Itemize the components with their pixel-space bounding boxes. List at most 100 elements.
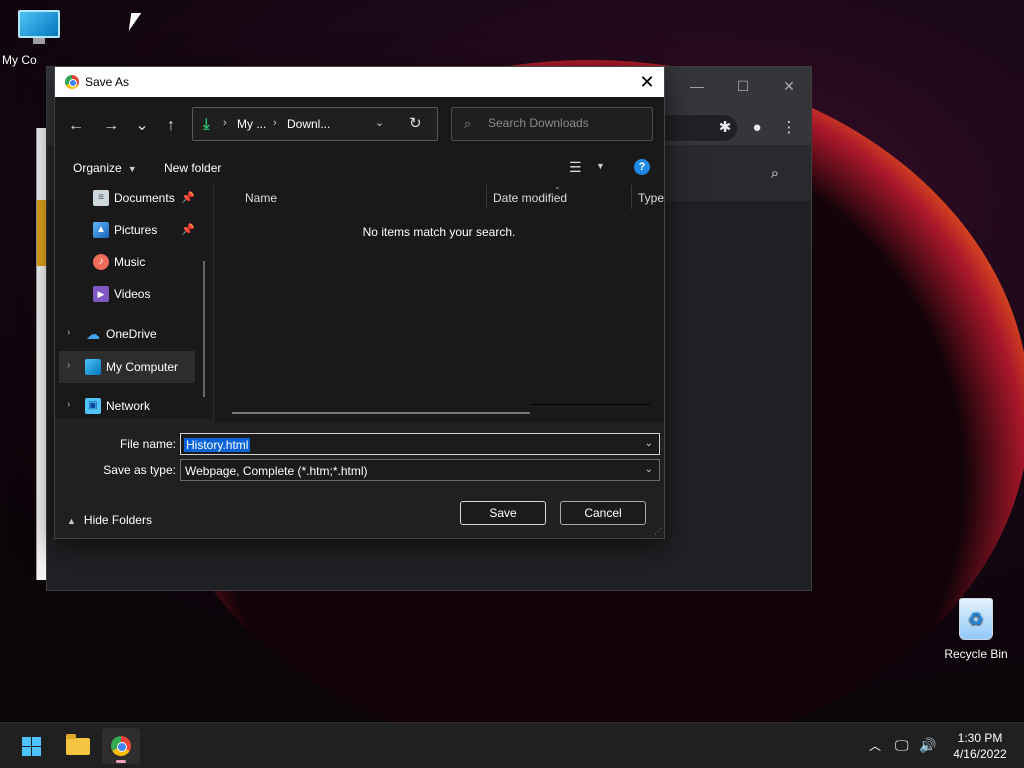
breadcrumb-downloads[interactable]: Downl...: [287, 117, 330, 131]
nav-item-label: Pictures: [114, 223, 158, 237]
nav-item-label: OneDrive: [106, 327, 157, 341]
extensions-icon[interactable]: ✱: [715, 118, 735, 138]
horizontal-scrollbar[interactable]: [232, 412, 530, 414]
save-as-dialog: Save As ✕ ← → ⌄ ↑ ⤓ › My ... › Downl... …: [54, 66, 665, 539]
nav-item-label: Music: [114, 255, 146, 269]
nav-item-music[interactable]: ♪ Music: [55, 247, 205, 277]
chrome-icon: [111, 736, 131, 756]
hide-folders-label: Hide Folders: [83, 513, 152, 527]
menu-icon[interactable]: ⋮: [779, 118, 799, 138]
column-header-name[interactable]: Name: [245, 191, 277, 205]
file-name-label: File name:: [119, 437, 176, 451]
file-name-field[interactable]: History.html ⌄: [180, 433, 660, 455]
nav-item-onedrive[interactable]: › ☁ OneDrive: [55, 319, 205, 349]
network-icon[interactable]: 🖵: [895, 737, 909, 754]
save-as-type-select[interactable]: Webpage, Complete (*.htm;*.html) ⌄: [180, 459, 660, 481]
refresh-icon[interactable]: ↻: [409, 114, 422, 132]
folder-icon: [66, 734, 90, 755]
onedrive-icon: ☁: [86, 326, 100, 342]
chevron-up-icon[interactable]: ︿: [869, 737, 881, 754]
file-list-pane: Name Date modified ⌄ Type No items match…: [214, 182, 664, 423]
file-name-value: History.html: [184, 438, 251, 452]
breadcrumb-separator: ›: [223, 117, 227, 129]
desktop-icon-recycle-bin[interactable]: ♻ Recycle Bin: [940, 598, 1012, 661]
profile-icon[interactable]: ●: [747, 118, 767, 138]
search-box[interactable]: ⌕: [451, 107, 653, 141]
pictures-icon: ▲: [93, 222, 109, 238]
chevron-down-icon[interactable]: ⌄: [645, 464, 653, 475]
taskbar: ︿ 🖵 🔊 1:30 PM 4/16/2022: [0, 722, 1024, 768]
music-icon: ♪: [93, 254, 109, 270]
chrome-icon: [65, 75, 79, 89]
scrollbar-track: [530, 404, 650, 405]
empty-results-message: No items match your search.: [362, 225, 516, 239]
nav-item-my-computer[interactable]: › My Computer: [59, 351, 195, 383]
nav-pane-scrollbar[interactable]: [203, 261, 205, 397]
organize-menu[interactable]: Organize ▼: [73, 161, 137, 175]
hide-folders-button[interactable]: ▲ Hide Folders: [67, 513, 152, 527]
close-button[interactable]: ✕: [769, 73, 809, 99]
pin-icon: 📌: [181, 224, 195, 236]
command-bar: Organize ▼ New folder ☰ ▼ ?: [55, 153, 664, 183]
nav-item-documents[interactable]: ≡ Documents 📌: [55, 183, 205, 213]
chevron-right-icon[interactable]: ›: [67, 360, 70, 371]
nav-item-label: My Computer: [106, 360, 179, 374]
nav-item-network[interactable]: › ▣ Network: [55, 391, 205, 419]
cancel-button[interactable]: Cancel: [560, 501, 646, 525]
address-dropdown-icon[interactable]: ⌄: [375, 116, 384, 129]
resize-grip-icon[interactable]: ⋰: [654, 527, 662, 536]
monitor-icon: [18, 10, 60, 44]
search-icon: ⌕: [464, 116, 472, 131]
minimize-button[interactable]: —: [677, 73, 717, 99]
search-input[interactable]: [488, 116, 638, 130]
chevron-down-icon[interactable]: ⌄: [645, 438, 653, 449]
recent-locations-button[interactable]: ⌄: [132, 116, 152, 136]
view-options-icon[interactable]: ☰: [569, 159, 582, 176]
breadcrumb-separator: ›: [273, 117, 277, 129]
clock-time: 1:30 PM: [957, 731, 1003, 745]
column-header-type[interactable]: Type: [638, 191, 664, 205]
forward-button[interactable]: →: [101, 116, 121, 136]
documents-icon: ≡: [93, 190, 109, 206]
search-icon[interactable]: ⌕: [765, 164, 785, 184]
dialog-title: Save As: [85, 75, 130, 89]
volume-icon[interactable]: 🔊: [919, 737, 936, 754]
running-indicator: [116, 760, 126, 763]
help-icon[interactable]: ?: [634, 159, 650, 175]
windows-logo-icon: [22, 737, 41, 756]
save-as-type-value: Webpage, Complete (*.htm;*.html): [185, 464, 368, 478]
clock-date: 4/16/2022: [953, 747, 1007, 761]
organize-label: Organize: [73, 161, 122, 175]
new-folder-button[interactable]: New folder: [164, 161, 221, 175]
desktop-icon-label: Recycle Bin: [944, 647, 1008, 661]
save-button[interactable]: Save: [460, 501, 546, 525]
sort-indicator-icon: ⌄: [554, 182, 561, 191]
start-button[interactable]: [12, 728, 50, 764]
chrome-taskbar-button[interactable]: [102, 728, 140, 764]
chevron-down-icon[interactable]: ▼: [596, 161, 605, 171]
navigation-bar: ← → ⌄ ↑ ⤓ › My ... › Downl... ⌄ ↻ ⌕: [55, 97, 664, 153]
nav-item-pictures[interactable]: ▲ Pictures 📌: [55, 215, 205, 245]
maximize-button[interactable]: ☐: [723, 73, 763, 99]
nav-item-videos[interactable]: ▶ Videos: [55, 279, 205, 309]
dialog-close-button[interactable]: ✕: [634, 69, 660, 95]
chevron-right-icon[interactable]: ›: [67, 327, 70, 338]
column-header-date-modified[interactable]: Date modified: [493, 191, 567, 205]
recycle-bin-icon: ♻: [959, 598, 993, 640]
nav-item-label: Videos: [114, 287, 151, 301]
address-bar[interactable]: ⤓ › My ... › Downl... ⌄ ↻: [192, 107, 438, 141]
back-button[interactable]: ←: [66, 116, 86, 136]
desktop-icon-label: My Co: [2, 53, 37, 67]
dialog-titlebar: Save As ✕: [55, 67, 664, 97]
column-separator[interactable]: [486, 185, 487, 209]
file-explorer-button[interactable]: [58, 728, 96, 764]
clock[interactable]: 1:30 PM 4/16/2022: [944, 730, 1016, 762]
chevron-right-icon[interactable]: ›: [67, 399, 70, 410]
column-separator[interactable]: [631, 185, 632, 209]
chevron-up-icon: ▲: [67, 516, 76, 526]
save-as-type-label: Save as type:: [103, 463, 176, 477]
breadcrumb-my-computer[interactable]: My ...: [237, 117, 266, 131]
up-button[interactable]: ↑: [161, 116, 181, 136]
save-options-panel: File name: History.html ⌄ Save as type: …: [55, 423, 664, 538]
desktop-icon-my-computer[interactable]: My Co: [2, 10, 76, 67]
